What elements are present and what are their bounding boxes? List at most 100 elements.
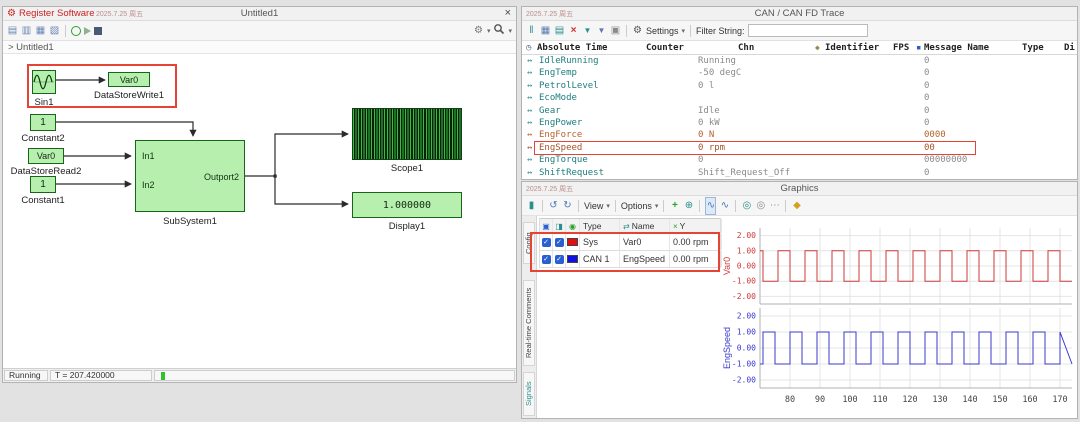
delete-icon[interactable]: × [568,23,579,39]
display-block[interactable]: 1.000000 [352,192,462,218]
col-dir[interactable]: Di [1064,41,1075,55]
signal-arrow-icon: ↔ [527,92,532,104]
col-message-name[interactable]: Message Name [924,41,989,55]
view-menu[interactable]: View [584,201,603,211]
constant-block[interactable]: 1 [30,176,56,193]
pause-icon[interactable]: ‖ [526,23,537,39]
open-file-icon[interactable]: ▥ [21,23,32,39]
more-icon[interactable]: ⋯ [769,198,780,214]
visible-checkbox[interactable]: ✓ [542,238,551,247]
subsystem-block[interactable]: In1 Outport2 In2 [135,140,245,212]
zoom-icon[interactable] [493,23,505,38]
line-plot-icon[interactable]: ∿ [705,197,716,215]
col-fps[interactable]: FPS [893,41,909,55]
model-canvas[interactable]: Sin1 Var0 DataStoreWrite1 1 Constant2 Va… [3,54,516,368]
scope-block[interactable] [352,108,462,160]
data-store-write-block[interactable]: Var0 [108,72,150,87]
enabled-checkbox[interactable]: ✓ [555,238,564,247]
signal-name: Gear [539,105,561,117]
trace-row[interactable]: ↔ Gear Idle 0 [522,105,1077,117]
play-icon[interactable] [84,27,91,35]
measure-icon[interactable]: ◎ [755,198,766,214]
signal-raw-value: 0 [924,117,929,129]
col-counter[interactable]: Counter [646,41,684,55]
tab-realtime-comments[interactable]: Real-time Comments [523,280,535,366]
filter-string-input[interactable] [748,24,868,37]
signals-table-header[interactable]: ▣ ◨ ◉ Type ⇄Name ×Y [539,218,721,234]
svg-text:120: 120 [902,395,917,405]
chevron-down-icon[interactable]: ▾ [655,202,659,210]
signal-value: 0 rpm [698,142,725,154]
signals-table: ▣ ◨ ◉ Type ⇄Name ×Y ✓ ✓ Sys Var0 0.00 rp… [539,218,721,268]
constant-block[interactable]: 1 [30,114,56,131]
col-chn[interactable]: Chn [738,41,754,55]
trace-row[interactable]: ↔ EngTorque 0 00000000 [522,154,1077,166]
trace-row[interactable]: ↔ ShiftRequest Shift_Request_Off 0 [522,167,1077,179]
wrench-icon[interactable]: ⚙ [473,23,484,39]
trace-row[interactable]: ↔ EngPower 0 kW 0 [522,117,1077,129]
stop-icon[interactable] [94,27,102,35]
crosshair-icon[interactable]: ◎ [741,198,752,214]
series-color-swatch[interactable] [567,255,578,263]
trace-header-row[interactable]: ◷ Absolute Time Counter Chn ◆ Identifier… [522,41,1077,55]
graphics-table-row[interactable]: ✓ ✓ CAN 1 EngSpeed 0.00 rpm [539,251,721,268]
signal-arrow-icon: ↔ [527,105,532,117]
svg-text:2.00: 2.00 [737,231,756,240]
new-file-icon[interactable]: ▤ [7,23,18,39]
trace-row[interactable]: ↔ IdleRunning Running 0 [522,55,1077,67]
redo-icon[interactable]: ↻ [562,198,573,214]
trace-row[interactable]: ↔ EngTemp -50 degC 0 [522,67,1077,79]
signal-value: 0 [698,154,703,166]
graphics-table-row[interactable]: ✓ ✓ Sys Var0 0.00 rpm [539,234,721,251]
trace-row[interactable]: ↔ PetrolLevel 0 l 0 [522,80,1077,92]
col-type[interactable]: Type [1022,41,1044,55]
run-timer-icon[interactable] [71,26,81,36]
settings-button[interactable]: Settings [646,26,679,36]
chevron-down-icon[interactable]: ▾ [682,27,686,35]
grid-view-icon[interactable]: ▦ [540,23,551,39]
col-name[interactable]: ⇄Name [620,219,670,233]
undo-icon[interactable]: ↺ [548,198,559,214]
chevron-down-icon[interactable]: ▾ [508,27,512,35]
block-label: SubSystem1 [140,216,240,227]
target-icon[interactable]: ⊕ [683,198,694,214]
col-identifier[interactable]: Identifier [825,41,879,55]
series-color-swatch[interactable] [567,238,578,246]
print-icon[interactable]: ▧ [49,23,60,39]
tab-signals[interactable]: Signals [523,372,535,416]
editor-statusbar: Running T = 207.420000 [3,368,516,382]
save-icon[interactable]: ▦ [35,23,46,39]
filter-funnel-icon[interactable]: ▼ [582,23,593,39]
list-view-icon[interactable]: ▤ [554,23,565,39]
trace-row[interactable]: ↔ EngSpeed 0 rpm 00 [522,142,1077,154]
trace-row[interactable]: ↔ EngForce 0 N 0000 [522,129,1077,141]
trace-row[interactable]: ↔ EcoMode 0 [522,92,1077,104]
close-icon[interactable]: × [505,7,511,20]
breadcrumb[interactable]: > Untitled1 [3,41,516,54]
col-y[interactable]: ×Y [670,219,722,233]
sort-icon[interactable]: ▼ [596,23,607,39]
data-store-read-block[interactable]: Var0 [28,148,64,164]
select-all-icon[interactable]: ▣ [540,219,553,233]
signal-arrow-icon: ↔ [527,154,532,166]
inport-1-label: In1 [142,151,155,161]
visible-checkbox[interactable]: ✓ [542,255,551,264]
sine-block[interactable] [32,70,56,94]
panel-icon[interactable]: ▮ [526,198,537,214]
svg-text:170: 170 [1052,395,1067,405]
brush-icon[interactable]: ◆ [791,198,802,214]
svg-text:110: 110 [872,395,887,405]
chevron-down-icon[interactable]: ▾ [606,202,610,210]
col-type[interactable]: Type [580,219,620,233]
chevron-down-icon[interactable]: ▾ [487,27,491,35]
trace-rows[interactable]: ↔ IdleRunning Running 0 ↔ EngTemp -50 de… [522,55,1077,179]
camera-icon[interactable]: ▣ [610,23,621,39]
options-menu[interactable]: Options [621,201,652,211]
col-absolute-time[interactable]: Absolute Time [537,41,607,55]
identifier-column-icon: ◆ [815,41,820,55]
enabled-checkbox[interactable]: ✓ [555,255,564,264]
step-plot-icon[interactable]: ∿ [719,198,730,214]
signal-plots[interactable]: 2.001.000.00-1.00-2.00Var02.001.000.00-1… [720,216,1075,416]
tab-config[interactable]: Config [523,222,535,264]
add-icon[interactable]: + [669,198,680,214]
